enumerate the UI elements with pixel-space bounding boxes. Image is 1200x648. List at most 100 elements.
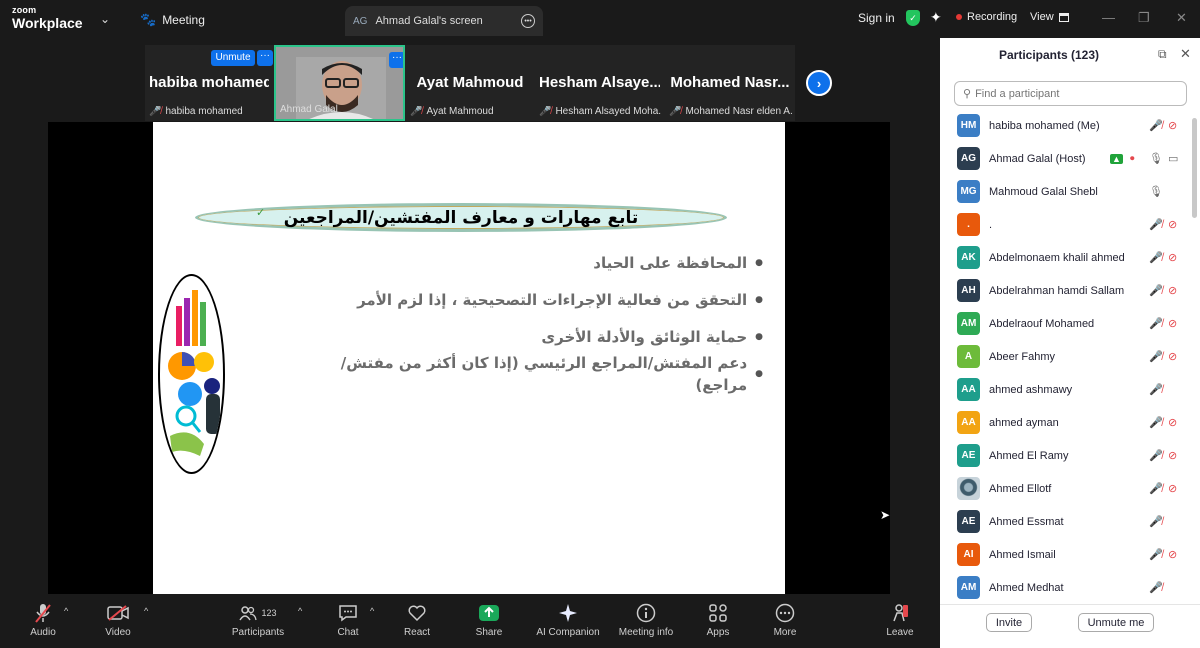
camera-off-icon: ⊘ — [1168, 120, 1178, 132]
participant-row[interactable]: AA ahmed ashmawy 🎤̸ — [940, 373, 1200, 406]
tab-shared-screen[interactable]: AG Ahmad Galal's screen ••• — [345, 6, 543, 36]
audio-button[interactable]: Audio — [24, 602, 62, 638]
participant-row[interactable]: Ahmed Ellotf 🎤̸ ⊘ — [940, 472, 1200, 505]
participant-search[interactable]: ⚲ — [954, 81, 1187, 106]
recording-label: Recording — [967, 11, 1018, 23]
apps-button[interactable]: Apps — [702, 602, 734, 638]
participant-row[interactable]: A Abeer Fahmy 🎤̸ ⊘ — [940, 340, 1200, 373]
panel-title: Participants (123) — [998, 48, 1100, 62]
more-options-icon[interactable]: ••• — [521, 14, 535, 28]
video-tile-ahmad-active-speaker[interactable]: ··· Ahmad Galal — [274, 45, 405, 121]
tile-name: Mohamed Nasr... — [670, 74, 790, 91]
chevron-down-icon[interactable]: ⌄ — [100, 12, 110, 26]
meeting-info-label: Meeting info — [618, 627, 674, 638]
recording-indicator[interactable]: Recording — [956, 11, 1017, 23]
video-strip: Unmute ··· habiba mohamed 🎤̸ habiba moha… — [145, 45, 795, 121]
video-tile-ayat[interactable]: Ayat Mahmoud 🎤̸ Ayat Mahmoud — [406, 45, 534, 121]
tile-more-button[interactable]: ··· — [257, 50, 273, 66]
slide-bullet: التحقق من فعالية الإجراءات التصحيحية ، إ… — [293, 281, 763, 318]
mic-muted-icon: 🎤̸ — [1149, 252, 1163, 264]
minimize-icon[interactable]: — — [1102, 10, 1115, 25]
meeting-info-button[interactable]: Meeting info — [612, 602, 680, 638]
search-icon: ⚲ — [963, 88, 972, 100]
tile-name: habiba mohamed — [149, 74, 269, 91]
participant-name: habiba mohamed (Me) — [989, 119, 1100, 132]
tile-sub-name: habiba mohamed — [165, 106, 243, 117]
participant-row[interactable]: .. 🎤̸ ⊘ — [940, 208, 1200, 241]
participant-name: Mahmoud Galal Shebl — [989, 185, 1098, 198]
participant-row[interactable]: AE Ahmed El Ramy 🎤̸ ⊘ — [940, 439, 1200, 472]
panel-footer: Invite Unmute me — [940, 604, 1200, 648]
unmute-me-button[interactable]: Unmute me — [1078, 613, 1154, 632]
sign-in-link[interactable]: Sign in — [858, 11, 895, 25]
close-panel-icon[interactable]: ✕ — [1180, 46, 1191, 62]
participant-name: ahmed ashmawy — [989, 383, 1073, 396]
avatar: AA — [957, 378, 980, 401]
pop-out-icon[interactable]: ⧉ — [1158, 47, 1167, 62]
presentation-slide: تابع مهارات و معارف المفتشين/المراجعين ✓… — [153, 122, 785, 594]
logo-line2: Workplace — [12, 15, 83, 31]
view-button[interactable]: View — [1030, 11, 1069, 23]
video-off-icon — [100, 602, 136, 624]
mic-muted-icon: 🎤̸ — [1149, 516, 1163, 528]
mic-muted-icon — [24, 602, 62, 624]
unmute-button[interactable]: Unmute — [211, 50, 255, 66]
avatar — [957, 477, 980, 500]
camera-off-icon: ⊘ — [1168, 219, 1178, 231]
close-window-icon[interactable]: ✕ — [1176, 10, 1187, 26]
participant-row[interactable]: AH Abdelrahman hamdi Sallam 🎤̸ ⊘ — [940, 274, 1200, 307]
participant-row[interactable]: MG Mahmoud Galal Shebl 🎙 — [940, 175, 1200, 208]
participant-row[interactable]: AG Ahmad Galal (Host) ▲ ⏺ 🎙 ▭ — [940, 142, 1200, 175]
camera-off-icon: ⊘ — [1168, 483, 1178, 495]
mic-muted-icon: 🎤̸ — [669, 106, 682, 117]
participant-name: Abdelmonaem khalil ahmed — [989, 251, 1125, 264]
react-button[interactable]: React — [400, 602, 434, 638]
avatar: AI — [957, 543, 980, 566]
participant-row[interactable]: AM Abdelraouf Mohamed 🎤̸ ⊘ — [940, 307, 1200, 340]
participant-row[interactable]: AK Abdelmonaem khalil ahmed 🎤̸ ⊘ — [940, 241, 1200, 274]
avatar: MG — [957, 180, 980, 203]
ai-companion-button[interactable]: AI Companion — [532, 602, 604, 638]
search-input[interactable] — [975, 87, 1176, 100]
tile-sub-name: Hesham Alsayed Moha... — [555, 106, 662, 117]
share-button[interactable]: Share — [472, 602, 506, 638]
video-tile-habiba[interactable]: Unmute ··· habiba mohamed 🎤̸ habiba moha… — [145, 45, 273, 121]
tab-meeting[interactable]: 🐾 Meeting — [140, 11, 205, 29]
participants-options-caret-icon[interactable]: ^ — [298, 606, 302, 616]
camera-off-icon: ⊘ — [1168, 351, 1178, 363]
participant-row[interactable]: AM Ahmed Medhat 🎤̸ — [940, 571, 1200, 603]
audio-options-caret-icon[interactable]: ^ — [64, 606, 68, 616]
grid-view-icon — [1058, 12, 1069, 22]
participant-row[interactable]: AI Ahmed Ismail 🎤̸ ⊘ — [940, 538, 1200, 571]
video-options-caret-icon[interactable]: ^ — [144, 606, 148, 616]
security-shield-icon[interactable]: ✓ — [906, 10, 920, 26]
invite-button[interactable]: Invite — [986, 613, 1032, 632]
avatar: AM — [957, 312, 980, 335]
participants-icon: 123 — [226, 602, 290, 624]
more-label: More — [773, 627, 797, 638]
participant-name: Ahmed Ellotf — [989, 482, 1052, 495]
video-tile-hesham[interactable]: Hesham Alsaye... 🎤̸ Hesham Alsayed Moha.… — [535, 45, 664, 121]
chat-options-caret-icon[interactable]: ^ — [370, 606, 374, 616]
more-button[interactable]: More — [770, 602, 800, 638]
video-button[interactable]: Video — [100, 602, 136, 638]
next-page-arrow-icon[interactable]: › — [806, 70, 832, 96]
participant-row[interactable]: HM habiba mohamed (Me) 🎤̸ ⊘ — [940, 109, 1200, 142]
slide-bullet: حماية الوثائق والأدلة الأخرى — [293, 318, 763, 355]
panel-scrollbar[interactable] — [1192, 118, 1197, 218]
chat-button[interactable]: Chat — [332, 602, 364, 638]
avatar: AM — [957, 576, 980, 599]
leave-button[interactable]: Leave — [884, 602, 916, 638]
tile-more-button[interactable]: ··· — [389, 52, 403, 68]
maximize-icon[interactable]: ❐ — [1138, 10, 1150, 26]
slide-bullet: المحافظة على الحياد — [293, 244, 763, 281]
more-dots-icon — [770, 602, 800, 624]
participant-row[interactable]: AA ahmed ayman 🎤̸ ⊘ — [940, 406, 1200, 439]
participant-name: Abdelrahman hamdi Sallam — [989, 284, 1125, 297]
participants-button[interactable]: 123 Participants — [226, 602, 290, 638]
zoom-logo[interactable]: zoom Workplace — [12, 6, 83, 31]
mic-muted-icon: 🎤̸ — [1149, 351, 1163, 363]
participant-row[interactable]: AE Ahmed Essmat 🎤̸ — [940, 505, 1200, 538]
video-tile-mohamed[interactable]: Mohamed Nasr... 🎤̸ Mohamed Nasr elden A.… — [665, 45, 795, 121]
ai-sparkle-icon[interactable]: ✦ — [930, 9, 942, 26]
